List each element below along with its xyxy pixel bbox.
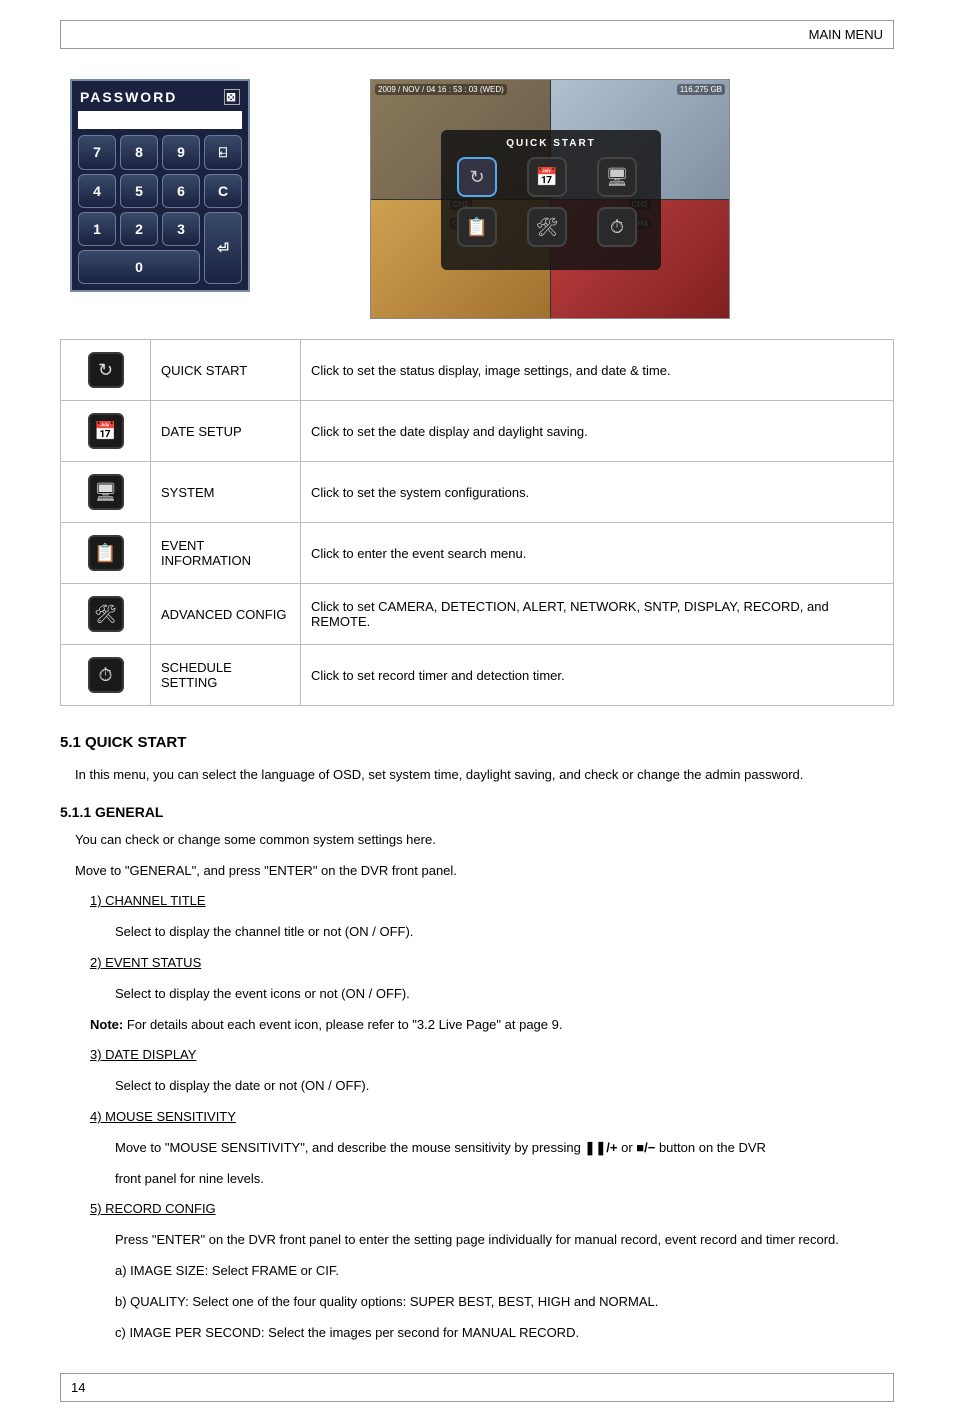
- calendar-icon: 📅: [88, 413, 124, 449]
- system-icon: 🖥: [88, 474, 124, 510]
- menu-row-schedule-setting: ⏱ SCHEDULE SETTING Click to set record t…: [61, 645, 894, 706]
- key-enter[interactable]: ⏎: [204, 212, 242, 284]
- menu-desc: Click to enter the event search menu.: [301, 523, 894, 584]
- item-5-a-label: a) IMAGE SIZE:: [115, 1263, 208, 1278]
- item-2-note: Note: For details about each event icon,…: [90, 1015, 894, 1036]
- item-5-a-desc: Select FRAME or CIF.: [212, 1263, 339, 1278]
- qs-event-info-icon[interactable]: 📋: [457, 207, 497, 247]
- menu-label: SCHEDULE SETTING: [151, 645, 301, 706]
- item-5-b-label: b) QUALITY:: [115, 1294, 189, 1309]
- page-number: 14: [71, 1380, 85, 1395]
- item-1-desc: Select to display the channel title or n…: [115, 922, 894, 943]
- note-text: For details about each event icon, pleas…: [127, 1017, 563, 1032]
- item-5-c-desc: Select the images per second for MANUAL …: [268, 1325, 579, 1340]
- menu-label: EVENT INFORMATION: [151, 523, 301, 584]
- stop-minus-icon: ■/−: [636, 1140, 655, 1155]
- item-4-desc-b: or: [621, 1140, 636, 1155]
- item-5-a: a) IMAGE SIZE: Select FRAME or CIF.: [115, 1261, 894, 1282]
- section-5-1-intro: In this menu, you can select the languag…: [75, 765, 894, 786]
- qs-schedule-setting-icon[interactable]: ⏱: [597, 207, 637, 247]
- item-4-desc-a: Move to "MOUSE SENSITIVITY", and describ…: [115, 1140, 584, 1155]
- key-clear[interactable]: C: [204, 174, 242, 208]
- item-5-c-label: c) IMAGE PER SECOND:: [115, 1325, 265, 1340]
- quick-start-icons: ↻ 📅 🖥 📋 🛠 ⏱: [449, 157, 653, 247]
- clipboard-icon: 📋: [88, 535, 124, 571]
- menu-label: SYSTEM: [151, 462, 301, 523]
- item-5-b-desc: Select one of the four quality options: …: [192, 1294, 658, 1309]
- section-5-1-1: 5.1.1 GENERAL: [60, 804, 894, 820]
- footer-bar: 14: [60, 1373, 894, 1402]
- menu-row-quick-start: ↻ QUICK START Click to set the status di…: [61, 340, 894, 401]
- key-6[interactable]: 6: [162, 174, 200, 208]
- header-bar: MAIN MENU: [60, 20, 894, 49]
- password-title-row: PASSWORD ⊠: [78, 87, 242, 111]
- item-4-desc: Move to "MOUSE SENSITIVITY", and describ…: [115, 1138, 894, 1159]
- menu-desc: Click to set CAMERA, DETECTION, ALERT, N…: [301, 584, 894, 645]
- password-panel: PASSWORD ⊠ 7 8 9 ⍇ 4 5 6 C 1 2 3 ⏎ 0: [70, 79, 250, 292]
- qs-date-setup-icon[interactable]: 📅: [527, 157, 567, 197]
- keypad: 7 8 9 ⍇ 4 5 6 C 1 2 3 ⏎ 0: [78, 135, 242, 284]
- osd-datetime: 2009 / NOV / 04 16 : 53 : 03 (WED): [375, 84, 507, 95]
- key-1[interactable]: 1: [78, 212, 116, 246]
- close-icon[interactable]: ⊠: [224, 89, 240, 105]
- top-image-row: PASSWORD ⊠ 7 8 9 ⍇ 4 5 6 C 1 2 3 ⏎ 0 200…: [70, 79, 894, 319]
- section-5-1-1-intro2: Move to "GENERAL", and press "ENTER" on …: [75, 861, 894, 882]
- item-3-label: 3) DATE DISPLAY: [90, 1045, 894, 1066]
- item-4-desc2: front panel for nine levels.: [115, 1169, 894, 1190]
- key-8[interactable]: 8: [120, 135, 158, 170]
- item-5-desc: Press "ENTER" on the DVR front panel to …: [115, 1230, 894, 1251]
- menu-row-advanced-config: 🛠 ADVANCED CONFIG Click to set CAMERA, D…: [61, 584, 894, 645]
- menu-row-date-setup: 📅 DATE SETUP Click to set the date displ…: [61, 401, 894, 462]
- menu-row-event-information: 📋 EVENT INFORMATION Click to enter the e…: [61, 523, 894, 584]
- header-title: MAIN MENU: [809, 27, 883, 42]
- menu-desc: Click to set the status display, image s…: [301, 340, 894, 401]
- menu-desc: Click to set the date display and daylig…: [301, 401, 894, 462]
- key-backspace[interactable]: ⍇: [204, 135, 242, 170]
- item-1-label: 1) CHANNEL TITLE: [90, 891, 894, 912]
- item-5-b: b) QUALITY: Select one of the four quali…: [115, 1292, 894, 1313]
- item-3-desc: Select to display the date or not (ON / …: [115, 1076, 894, 1097]
- section-5-1-1-intro: You can check or change some common syst…: [75, 830, 894, 851]
- menu-desc: Click to set record timer and detection …: [301, 645, 894, 706]
- menu-label: ADVANCED CONFIG: [151, 584, 301, 645]
- tools-icon: 🛠: [88, 596, 124, 632]
- quick-start-panel: QUICK START ↻ 📅 🖥 📋 🛠 ⏱: [441, 130, 661, 270]
- menu-label: QUICK START: [151, 340, 301, 401]
- password-input[interactable]: [78, 111, 242, 129]
- menu-table: ↻ QUICK START Click to set the status di…: [60, 339, 894, 706]
- menu-desc: Click to set the system configurations.: [301, 462, 894, 523]
- menu-row-system: 🖥 SYSTEM Click to set the system configu…: [61, 462, 894, 523]
- qs-system-icon[interactable]: 🖥: [597, 157, 637, 197]
- item-4-label: 4) MOUSE SENSITIVITY: [90, 1107, 894, 1128]
- refresh-icon: ↻: [88, 352, 124, 388]
- section-5-1: 5.1 QUICK START: [60, 734, 894, 751]
- osd-disk-size: 116.275 GB: [677, 84, 725, 95]
- note-label: Note:: [90, 1017, 123, 1032]
- clock-icon: ⏱: [88, 657, 124, 693]
- key-9[interactable]: 9: [162, 135, 200, 170]
- item-4-desc-c: button on the DVR: [659, 1140, 766, 1155]
- qs-advanced-config-icon[interactable]: 🛠: [527, 207, 567, 247]
- key-3[interactable]: 3: [162, 212, 200, 246]
- key-5[interactable]: 5: [120, 174, 158, 208]
- quick-start-title: QUICK START: [449, 138, 653, 149]
- item-2-label: 2) EVENT STATUS: [90, 953, 894, 974]
- item-5-label: 5) RECORD CONFIG: [90, 1199, 894, 1220]
- key-4[interactable]: 4: [78, 174, 116, 208]
- item-5-c: c) IMAGE PER SECOND: Select the images p…: [115, 1323, 894, 1344]
- key-7[interactable]: 7: [78, 135, 116, 170]
- qs-quick-start-icon[interactable]: ↻: [457, 157, 497, 197]
- pause-plus-icon: ❚❚/+: [584, 1140, 617, 1155]
- dvr-screenshot: 2009 / NOV / 04 16 : 53 : 03 (WED) 116.2…: [370, 79, 730, 319]
- item-2-desc: Select to display the event icons or not…: [115, 984, 894, 1005]
- key-0[interactable]: 0: [78, 250, 200, 284]
- menu-label: DATE SETUP: [151, 401, 301, 462]
- key-2[interactable]: 2: [120, 212, 158, 246]
- password-title-text: PASSWORD: [80, 89, 177, 105]
- osd-top-bar: 2009 / NOV / 04 16 : 53 : 03 (WED) 116.2…: [375, 84, 725, 95]
